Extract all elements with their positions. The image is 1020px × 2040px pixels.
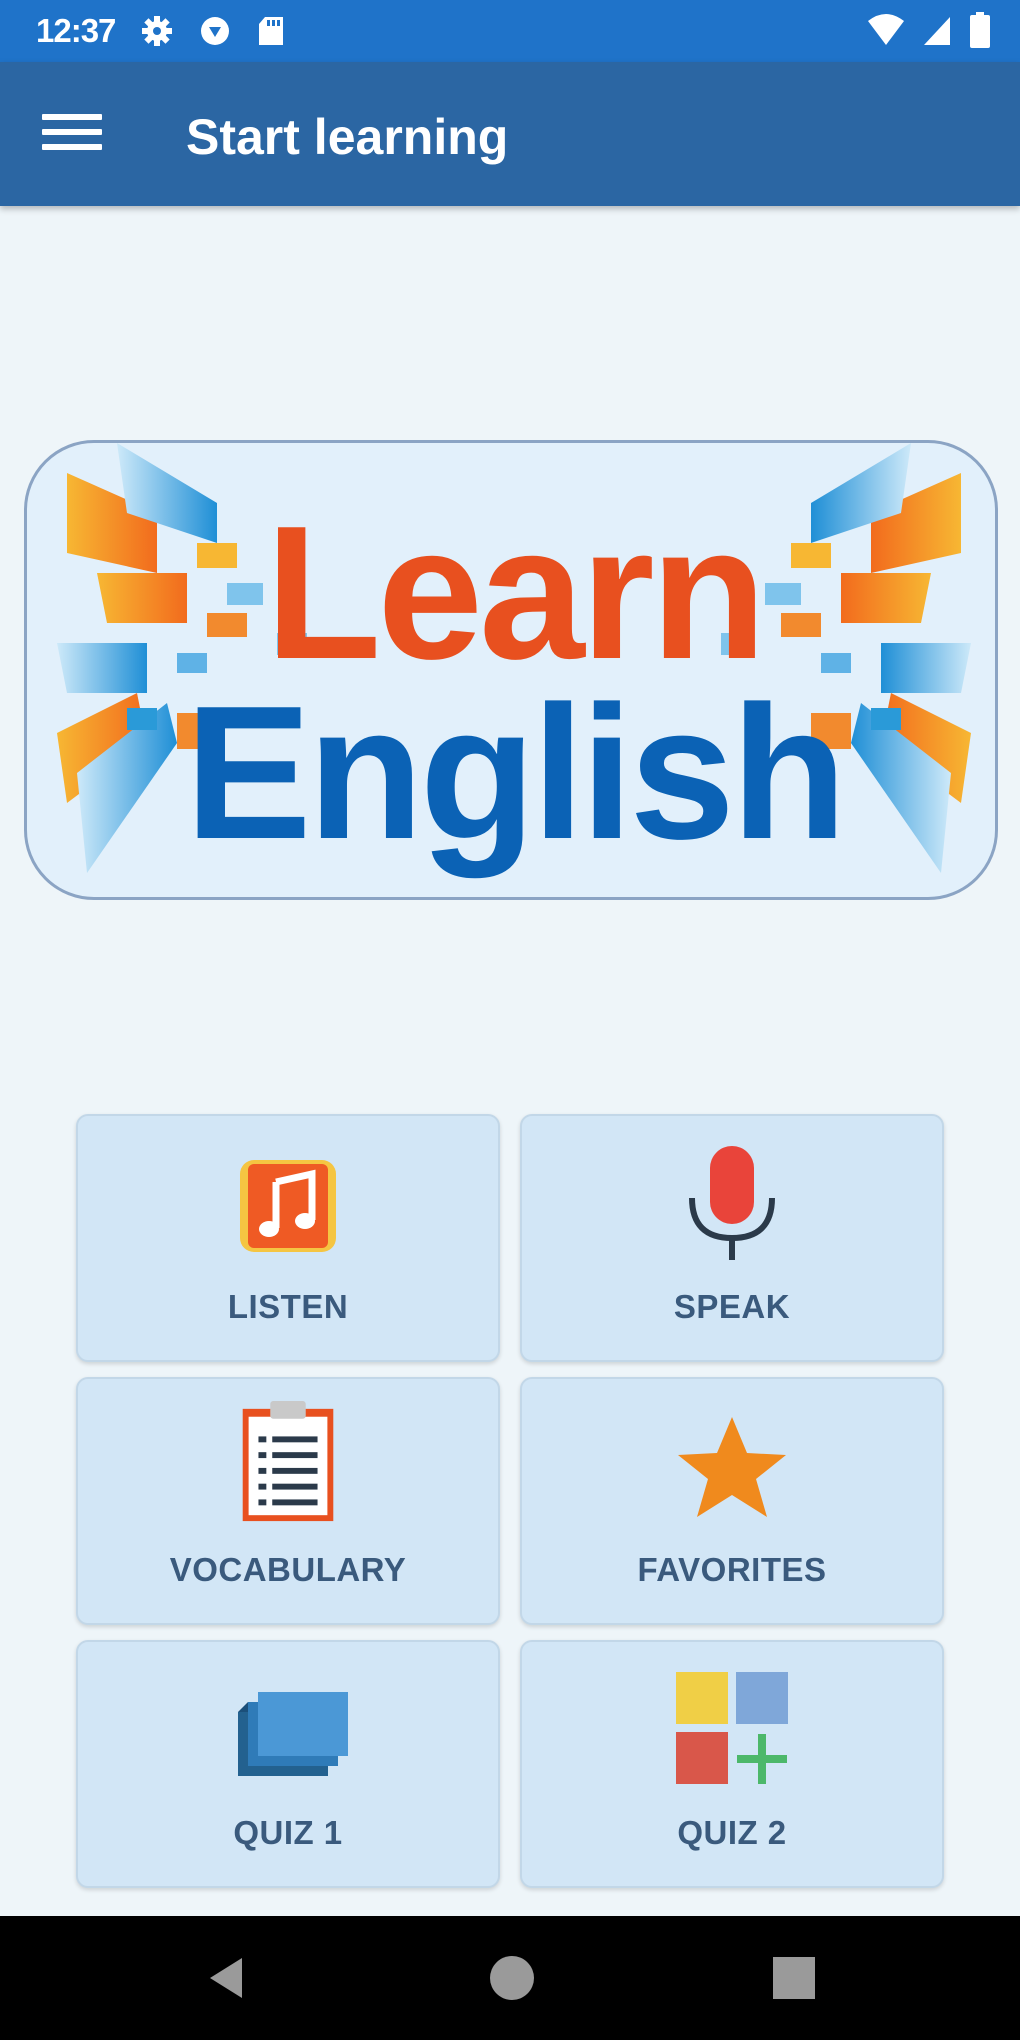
wifi-icon: [868, 14, 904, 45]
vocabulary-button[interactable]: VOCABULARY: [76, 1377, 500, 1625]
system-nav-bar: [0, 1916, 1020, 2040]
learn-english-banner: Learn English: [24, 440, 998, 900]
speak-button[interactable]: SPEAK: [520, 1114, 944, 1362]
favorites-label: FAVORITES: [637, 1551, 827, 1588]
quiz-1-label: QUIZ 1: [233, 1814, 343, 1851]
status-bar: 12:37: [0, 0, 1020, 62]
quiz-2-label: QUIZ 2: [677, 1814, 787, 1851]
quiz-1-button[interactable]: QUIZ 1: [76, 1640, 500, 1888]
banner-title-english: English: [185, 667, 843, 879]
music-note-icon: [240, 1160, 336, 1252]
cards-stack-icon: [238, 1692, 348, 1776]
battery-icon: [970, 12, 990, 48]
squares-plus-icon: [676, 1672, 788, 1784]
hamburger-menu-icon[interactable]: [42, 114, 102, 156]
clipboard-list-icon: [242, 1400, 334, 1522]
speak-label: SPEAK: [673, 1288, 791, 1325]
favorites-button[interactable]: FAVORITES: [520, 1377, 944, 1625]
app-bar: Start learning: [0, 62, 1020, 206]
gear-icon: [142, 16, 173, 46]
status-time: 12:37: [36, 12, 116, 49]
cell-signal-icon: [924, 17, 950, 45]
microphone-icon: [689, 1146, 775, 1260]
page-title: Start learning: [186, 109, 509, 165]
star-icon: [678, 1417, 786, 1517]
sd-card-icon: [259, 17, 284, 45]
shield-icon: [201, 17, 230, 45]
listen-button[interactable]: LISTEN: [76, 1114, 500, 1362]
home-icon[interactable]: [488, 1954, 536, 2002]
menu-grid: LISTEN SPEAK VOCABULARY FAVORITES QUIZ 1…: [76, 1114, 946, 1888]
quiz-2-button[interactable]: QUIZ 2: [520, 1640, 944, 1888]
recents-icon[interactable]: [770, 1954, 818, 2002]
listen-label: LISTEN: [227, 1288, 349, 1325]
banner-graphic: Learn English: [57, 443, 971, 879]
back-icon[interactable]: [204, 1954, 252, 2002]
vocabulary-label: VOCABULARY: [169, 1551, 407, 1588]
